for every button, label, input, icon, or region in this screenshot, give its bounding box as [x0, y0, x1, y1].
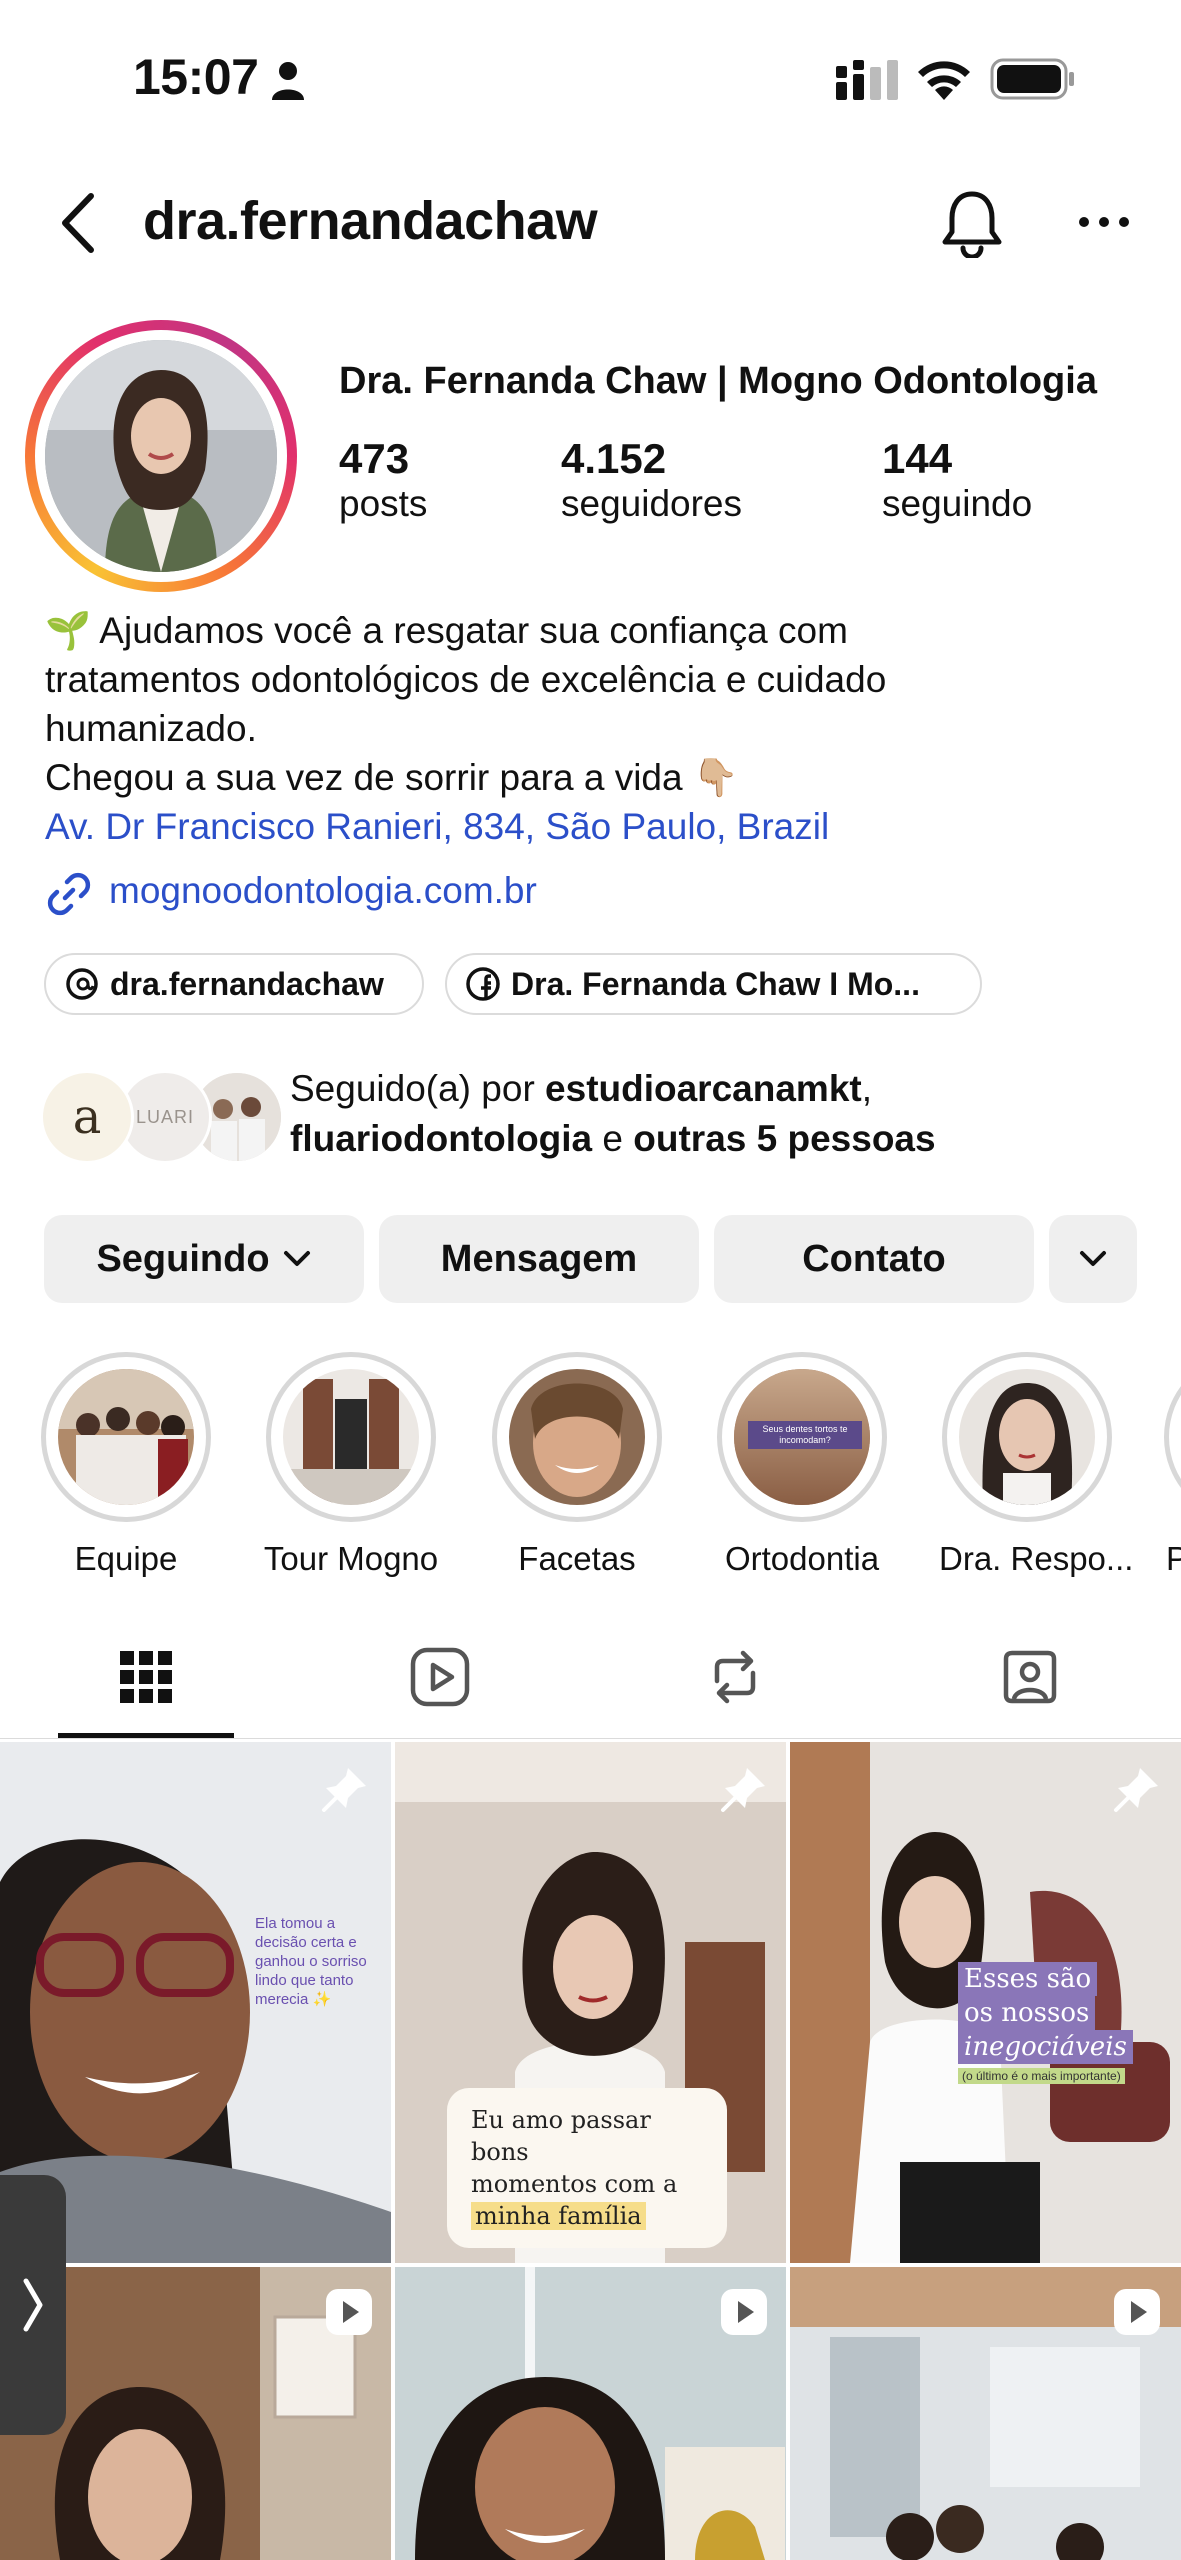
highlight-label: Tour Mogno [263, 1540, 439, 1577]
reels-icon [1114, 2289, 1160, 2335]
following-button[interactable]: Seguindo [44, 1215, 364, 1303]
highlight-inner-text: Seus dentes tortos te incomodam? [748, 1421, 862, 1449]
link-icon [47, 872, 91, 916]
address-link[interactable]: Av. Dr Francisco Ranieri, 834, São Paulo… [45, 802, 1145, 851]
signal-icon [836, 60, 898, 100]
post-caption-line: momentos com a [471, 2170, 678, 2198]
pin-icon [721, 1768, 765, 1812]
pin-icon [1114, 1768, 1158, 1812]
post-caption: Ela tomou a decisão certa e ganhou o sor… [255, 1915, 367, 2008]
highlight-thumbnail: Seus dentes tortos te incomodam? [734, 1369, 870, 1505]
suggested-accounts-button[interactable] [1049, 1215, 1137, 1303]
followed-by-separator: , [861, 1068, 872, 1109]
followed-by-others: outras 5 pessoas [633, 1118, 936, 1159]
highlight-ortodontia[interactable]: Seus dentes tortos te incomodam? Ortodon… [714, 1352, 890, 1578]
post-tile[interactable] [790, 2267, 1181, 2560]
bio: 🌱 Ajudamos você a resgatar sua confiança… [45, 606, 1145, 851]
bio-line: Chegou a sua vez de sorrir para a vida 👇… [45, 757, 739, 798]
highlight-facetas[interactable]: Facetas [489, 1352, 665, 1578]
post-caption-card: Eu amo passar bons momentos com a minha … [447, 2088, 727, 2248]
message-button[interactable]: Mensagem [379, 1215, 699, 1303]
side-panel-tab[interactable] [0, 2175, 66, 2435]
stat-posts-label: posts [339, 483, 428, 524]
highlight-thumbnail [959, 1369, 1095, 1505]
reels-icon [721, 2289, 767, 2335]
facebook-icon [466, 967, 500, 1001]
bio-line: 🌱 Ajudamos você a resgatar sua confiança… [45, 610, 848, 651]
stat-following-value: 144 [882, 435, 953, 482]
highlight-thumbnail [283, 1369, 419, 1505]
post-caption-note: (o último é o mais importante) [958, 2068, 1125, 2084]
bio-line: humanizado. [45, 708, 257, 749]
highlight-equipe[interactable]: Equipe [38, 1352, 214, 1578]
contact-button[interactable]: Contato [714, 1215, 1034, 1303]
highlight-dra-responde[interactable]: Dra. Respo... [939, 1352, 1134, 1578]
post-caption-line: inegociáveis [958, 2030, 1133, 2064]
bell-icon[interactable] [940, 188, 1004, 258]
pin-icon [322, 1768, 366, 1812]
bio-line: tratamentos odontológicos de excelência … [45, 659, 887, 700]
stat-following[interactable]: 144 seguindo [882, 435, 1032, 525]
post-tile[interactable]: Esses são os nossos inegociáveis (o últi… [790, 1742, 1181, 2263]
follower-name: estudioarcanamkt [545, 1068, 862, 1109]
post-tile[interactable]: Eu amo passar bons momentos com a minha … [395, 1742, 786, 2263]
followed-by-prefix: Seguido(a) por [290, 1068, 546, 1109]
chevron-right-icon [23, 2278, 43, 2332]
grid-icon[interactable] [114, 1645, 178, 1709]
chevron-down-icon [1080, 1251, 1106, 1266]
post-caption-line: Eu amo passar bons [471, 2106, 651, 2166]
follower-avatar-letter: LUARI [135, 1106, 194, 1127]
following-button-label: Seguindo [96, 1237, 270, 1280]
threads-chip[interactable]: dra.fernandachaw [44, 953, 424, 1015]
highlight-label: Equipe [74, 1540, 178, 1577]
threads-chip-label: dra.fernandachaw [110, 965, 384, 1002]
more-icon[interactable] [1078, 212, 1130, 232]
post-tile[interactable] [395, 2267, 786, 2560]
followed-by-text[interactable]: Seguido(a) por estudioarcanamkt, fluario… [290, 1064, 936, 1164]
stat-followers[interactable]: 4.152 seguidores [561, 435, 742, 525]
post-caption-line: Esses são [958, 1962, 1098, 1996]
profile-username: dra.fernandachaw [143, 191, 598, 251]
stat-posts[interactable]: 473 posts [339, 435, 427, 525]
follower-avatar-letter: a [72, 1089, 102, 1145]
post-caption-line: os nossos [958, 1996, 1096, 2030]
chevron-down-icon [283, 1251, 310, 1266]
status-time: 15:07 [133, 49, 259, 105]
highlight-label: Ortodontia [724, 1540, 880, 1577]
facebook-chip[interactable]: Dra. Fernanda Chaw I Mo... [445, 953, 982, 1015]
highlight-label: Facetas [518, 1540, 636, 1577]
stat-posts-value: 473 [339, 435, 410, 482]
followed-by-avatars[interactable]: a LUARI [40, 1070, 284, 1164]
wifi-icon [918, 61, 970, 100]
threads-icon [66, 968, 98, 1000]
follower-avatar: a [40, 1070, 134, 1164]
highlight-thumbnail [509, 1369, 645, 1505]
reels-icon [326, 2289, 372, 2335]
followed-by-conjunction: e [592, 1118, 634, 1159]
profile-avatar[interactable] [25, 320, 297, 592]
stat-followers-label: seguidores [561, 483, 743, 524]
stat-following-label: seguindo [882, 483, 1033, 524]
post-caption-highlight: minha família [471, 2202, 646, 2230]
facebook-chip-label: Dra. Fernanda Chaw I Mo... [511, 965, 920, 1002]
tagged-icon[interactable] [998, 1645, 1062, 1709]
highlight-label: Dra. Respo... [939, 1540, 1134, 1577]
highlight-tour-mogno[interactable]: Tour Mogno [263, 1352, 439, 1578]
person-icon [272, 62, 304, 100]
highlight-partial[interactable]: P [1164, 1352, 1181, 1612]
highlight-thumbnail [58, 1369, 194, 1505]
stat-followers-value: 4.152 [561, 435, 667, 482]
chevron-left-icon[interactable] [55, 190, 99, 256]
reels-icon[interactable] [408, 1645, 472, 1709]
follower-name: fluariodontologia [290, 1118, 593, 1159]
reposts-icon[interactable] [703, 1645, 767, 1709]
highlight-label: P [1166, 1540, 1181, 1577]
website-link[interactable]: mognoodontologia.com.br [109, 870, 537, 912]
post-caption: Esses são os nossos inegociáveis (o últi… [958, 1962, 1173, 2085]
battery-icon [990, 58, 1074, 100]
divider [0, 1738, 1181, 1739]
display-name: Dra. Fernanda Chaw | Mogno Odontologia [339, 360, 1097, 402]
